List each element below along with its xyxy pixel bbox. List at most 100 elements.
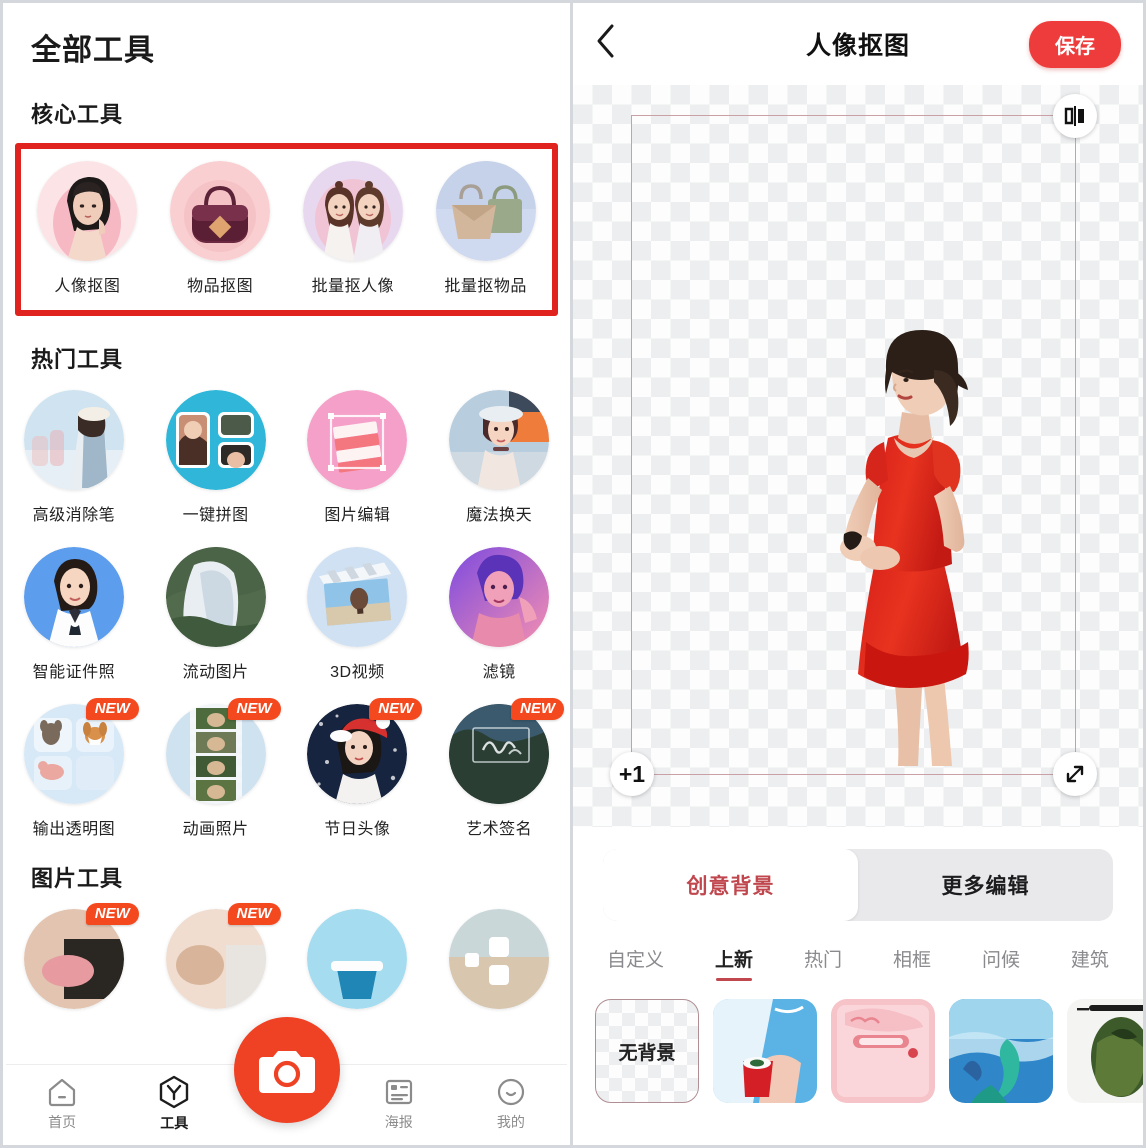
resize-handle[interactable] [1053, 752, 1097, 796]
tool-item-transparent-output[interactable]: NEW 输出透明图 [3, 698, 145, 839]
hot-tools-grid: 高级消除笔 一键拼图 图片编辑 魔法换天 智能证件照 流动图片 3D视频 滤镜 … [3, 390, 570, 839]
editor-bottom-padding [573, 1103, 1143, 1145]
tool-item-photo-edit[interactable]: 图片编辑 [287, 390, 429, 525]
background-thumb-4[interactable] [1067, 999, 1143, 1103]
camera-capture-button[interactable] [233, 1017, 340, 1123]
tool-label: 输出透明图 [32, 821, 116, 838]
tool-item-image-3[interactable] [287, 909, 429, 1020]
new-badge: NEW [511, 698, 564, 720]
background-preview-4 [1067, 999, 1143, 1103]
tool-item-portrait-cutout[interactable]: 人像抠图 [21, 161, 154, 296]
cat-tab-new[interactable]: 上新 [715, 945, 753, 981]
tool-item-id-photo[interactable]: 智能证件照 [3, 547, 145, 682]
tool-item-holiday-avatar[interactable]: NEW 节日头像 [287, 698, 429, 839]
advanced-eraser-icon [23, 390, 124, 490]
nav-item-poster[interactable]: 海报 [343, 1076, 455, 1132]
save-button[interactable]: 保存 [1029, 20, 1121, 68]
tab-more-editing[interactable]: 更多编辑 [858, 849, 1113, 921]
cat-tab-greeting[interactable]: 问候 [982, 945, 1020, 981]
selection-frame[interactable]: +1 [610, 94, 1097, 796]
image-section-title: 图片工具 [31, 866, 124, 891]
tool-label: 图片编辑 [324, 507, 391, 524]
profile-icon [497, 1078, 525, 1105]
tool-label: 人像抠图 [54, 278, 121, 295]
tool-item-filter[interactable]: 滤镜 [428, 547, 570, 682]
tool-label: 物品抠图 [187, 278, 254, 295]
home-icon [48, 1078, 76, 1106]
nav-item-home[interactable]: 首页 [6, 1076, 118, 1132]
tool-item-object-cutout[interactable]: 物品抠图 [154, 161, 287, 296]
batch-object-cutout-icon [435, 161, 536, 261]
tool-label: 一键拼图 [182, 507, 249, 524]
cat-tab-architecture[interactable]: 建筑 [1071, 945, 1109, 981]
cutout-subject[interactable] [814, 326, 1014, 770]
tool-item-motion-photo[interactable]: 流动图片 [145, 547, 287, 682]
image-tools-row: NEW NEW [3, 903, 570, 1020]
add-layer-handle[interactable]: +1 [610, 752, 654, 796]
portrait-cutout-icon [37, 161, 138, 261]
core-tools-highlight-box: 人像抠图 物品抠图 批量抠人像 批量抠物品 [15, 143, 558, 316]
app-screen: 全部工具 核心工具 人像抠图 物品抠图 批量抠人像 批量抠物品 热门工具 高级消… [0, 0, 1146, 1148]
new-badge: NEW [369, 698, 423, 720]
page-title: 全部工具 [31, 34, 155, 67]
image-tools-section: 图片工具 NEW NEW [3, 861, 570, 1020]
nav-item-profile[interactable]: 我的 [455, 1076, 567, 1132]
nav-label: 首页 [48, 1113, 77, 1130]
tool-item-one-click-collage[interactable]: 一键拼图 [145, 390, 287, 525]
background-thumbnail-strip[interactable]: 无背景 [573, 981, 1143, 1103]
tool-label: 批量抠人像 [311, 278, 395, 295]
new-badge: NEW [227, 903, 281, 925]
tool-item-batch-portrait-cutout[interactable]: 批量抠人像 [287, 161, 420, 296]
thumb-label: 无背景 [618, 1042, 676, 1064]
tool-item-advanced-eraser[interactable]: 高级消除笔 [3, 390, 145, 525]
resize-diagonal-icon [1066, 765, 1084, 783]
id-photo-icon [23, 547, 124, 647]
tool-label: 艺术签名 [466, 821, 533, 838]
nav-item-tools[interactable]: 工具 [118, 1075, 230, 1133]
background-thumb-3[interactable] [949, 999, 1053, 1103]
background-thumb-none[interactable]: 无背景 [595, 999, 699, 1103]
hot-tools-row: 高级消除笔 一键拼图 图片编辑 魔法换天 [3, 390, 570, 525]
core-tools-section: 核心工具 人像抠图 物品抠图 批量抠人像 批量抠物品 [3, 97, 570, 316]
tool-item-art-signature[interactable]: NEW 艺术签名 [428, 698, 570, 839]
hot-tools-row: 智能证件照 流动图片 3D视频 滤镜 [3, 547, 570, 682]
one-click-collage-icon [165, 390, 266, 490]
tools-icon [160, 1075, 189, 1108]
tool-item-image-2[interactable]: NEW [145, 903, 287, 1020]
background-thumb-2[interactable] [831, 999, 935, 1103]
tool-label: 高级消除笔 [32, 507, 116, 524]
cat-tab-hot[interactable]: 热门 [804, 945, 842, 981]
back-chevron-icon[interactable] [595, 23, 629, 65]
tool-item-3d-video[interactable]: 3D视频 [287, 547, 429, 682]
tab-creative-background[interactable]: 创意背景 [603, 849, 858, 921]
cat-tab-frame[interactable]: 相框 [893, 945, 931, 981]
category-tabs: 自定义 上新 热门 相框 问候 建筑 [573, 921, 1143, 981]
tool-label: 滤镜 [482, 664, 516, 681]
editor-panel: 人像抠图 保存 +1 创意背景 更多编辑 自定义 上新 热门 相框 问候 建筑 … [573, 0, 1146, 1148]
nav-label: 工具 [160, 1114, 189, 1131]
filter-icon [449, 547, 550, 647]
editor-header: 人像抠图 保存 [573, 3, 1143, 85]
mirror-flip-handle[interactable] [1053, 94, 1097, 138]
tool-item-batch-object-cutout[interactable]: 批量抠物品 [419, 161, 552, 296]
tool-item-magic-sky[interactable]: 魔法换天 [428, 390, 570, 525]
tool-label: 节日头像 [324, 821, 391, 838]
hot-section-title: 热门工具 [31, 347, 124, 372]
object-cutout-icon [170, 161, 271, 261]
poster-icon [385, 1079, 412, 1104]
tool-item-animated-photo[interactable]: NEW 动画照片 [145, 698, 287, 839]
tool-label: 魔法换天 [466, 507, 533, 524]
background-thumb-1[interactable] [713, 999, 817, 1103]
nav-label: 我的 [496, 1113, 525, 1130]
edit-canvas[interactable]: +1 [573, 85, 1143, 827]
new-badge: NEW [85, 903, 139, 925]
nav-label: 海报 [384, 1113, 413, 1130]
core-tools-row: 人像抠图 物品抠图 批量抠人像 批量抠物品 [21, 161, 552, 296]
tool-label: 动画照片 [182, 821, 249, 838]
tool-item-image-1[interactable]: NEW [3, 903, 145, 1020]
cat-tab-custom[interactable]: 自定义 [607, 945, 664, 981]
batch-portrait-cutout-icon [302, 161, 403, 261]
hot-tools-row: NEW 输出透明图 NEW 动画照片 NEW 节日头像 NEW 艺术签名 [3, 698, 570, 839]
editor-segmented-tabs: 创意背景 更多编辑 [603, 849, 1113, 921]
tool-item-image-4[interactable] [428, 909, 570, 1020]
